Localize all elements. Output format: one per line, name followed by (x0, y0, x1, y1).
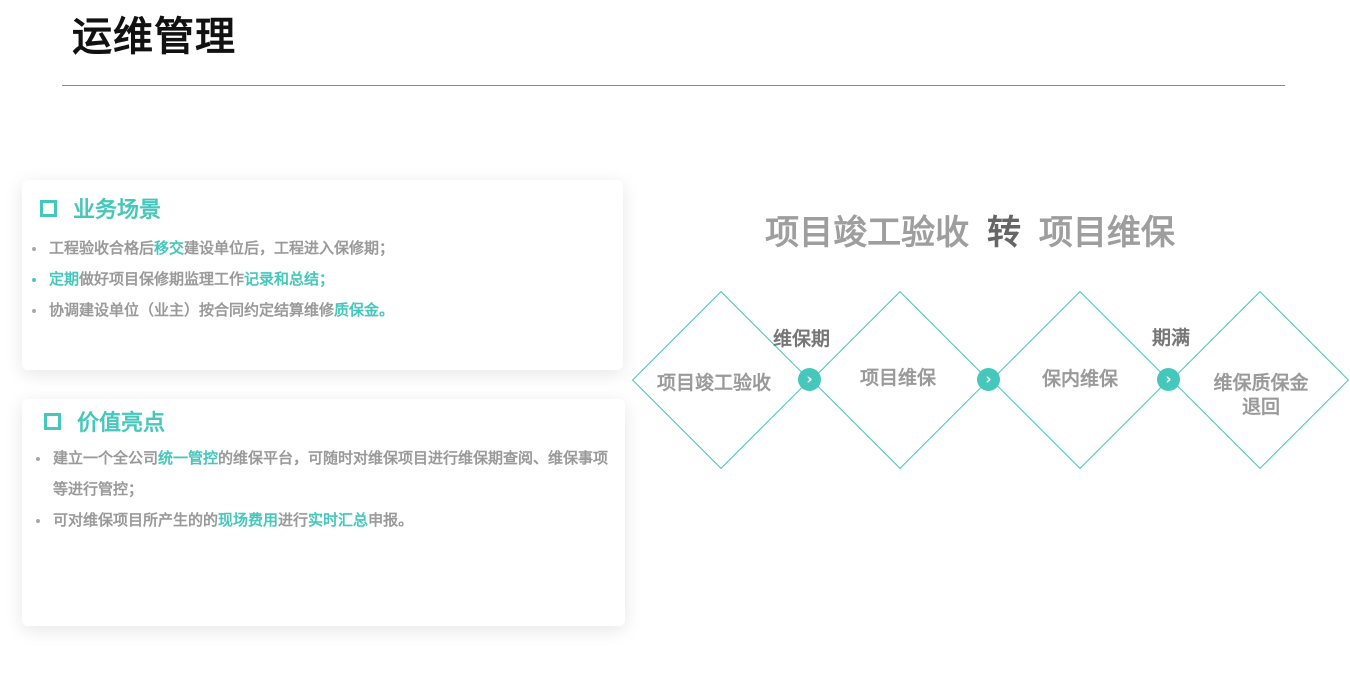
list-item: 可对维保项目所产生的的现场费用进行实时汇总申报。 (36, 505, 623, 536)
value-highlights-header: 价值亮点 (44, 405, 165, 437)
flow-step-in-warranty-maintenance: 保内维保 (1041, 368, 1118, 390)
bullet-dot-icon (32, 278, 36, 282)
item-text: 申报。 (368, 511, 414, 529)
business-scenario-title: 业务场景 (73, 198, 162, 223)
item-text: 做好项目保修期监理工作 (79, 270, 245, 288)
flow-title: 项目竣工验收 转 项目维保 (690, 205, 1250, 254)
chevron-right-icon: › (1157, 368, 1180, 391)
item-text: 协调建设单位（业主）按合同约定结算维修 (49, 301, 335, 319)
flow-title-left: 项目竣工验收 (765, 213, 970, 253)
value-highlights-card: 价值亮点 建立一个全公司统一管控的维保平台，可随时对维保项目进行维保期查阅、维保… (22, 399, 625, 626)
item-highlight: 实时汇总 (308, 511, 369, 529)
value-highlights-title: 价值亮点 (77, 411, 166, 436)
bullet-dot-icon (36, 519, 40, 523)
business-scenario-list: 工程验收合格后移交建设单位后，工程进入保修期； 定期做好项目保修期监理工作记录和… (32, 233, 394, 326)
flow-title-connector: 转 (987, 213, 1021, 253)
flow-step-completion-acceptance: 项目竣工验收 (656, 372, 771, 394)
page-title: 运维管理 (72, 14, 236, 60)
item-highlight: 移交 (154, 239, 185, 257)
flow-title-right: 项目维保 (1038, 213, 1175, 253)
chevron-right-icon: › (977, 368, 1000, 391)
connector-label-warranty-period: 维保期 (773, 328, 831, 350)
chevron-right-icon: › (798, 368, 821, 391)
bullet-dot-icon (36, 457, 40, 461)
square-bullet-icon (44, 412, 61, 430)
title-divider (62, 85, 1285, 86)
list-item: 建立一个全公司统一管控的维保平台，可随时对维保项目进行维保期查阅、维保事项等进行… (36, 443, 623, 505)
list-item: 工程验收合格后移交建设单位后，工程进入保修期； (32, 233, 394, 264)
item-text: 工程验收合格后 (49, 239, 155, 257)
business-scenario-card: 业务场景 工程验收合格后移交建设单位后，工程进入保修期； 定期做好项目保修期监理… (22, 180, 623, 370)
item-text: 可对维保项目所产生的的 (53, 511, 219, 529)
list-item: 协调建设单位（业主）按合同约定结算维修质保金。 (32, 295, 394, 326)
item-highlight: 现场费用 (218, 511, 279, 529)
item-text: 建设单位后，工程进入保修期； (184, 239, 395, 257)
flow-step-deposit-refund: 维保质保金退回 (1213, 372, 1309, 418)
value-highlights-list: 建立一个全公司统一管控的维保平台，可随时对维保项目进行维保期查阅、维保事项等进行… (36, 443, 623, 536)
business-scenario-header: 业务场景 (40, 192, 161, 224)
bullet-dot-icon (32, 247, 36, 251)
item-highlight: 定期 (49, 270, 80, 288)
item-text: 进行 (278, 511, 309, 529)
item-highlight: 质保金。 (334, 301, 395, 319)
connector-label-expiry: 期满 (1152, 327, 1191, 349)
item-text: 建立一个全公司 (53, 449, 159, 467)
flow-step-project-maintenance: 项目维保 (859, 367, 936, 389)
list-item: 定期做好项目保修期监理工作记录和总结； (32, 264, 394, 295)
square-bullet-icon (40, 199, 57, 217)
item-highlight: 记录和总结； (244, 270, 335, 288)
bullet-dot-icon (32, 309, 36, 313)
item-highlight: 统一管控 (158, 449, 219, 467)
